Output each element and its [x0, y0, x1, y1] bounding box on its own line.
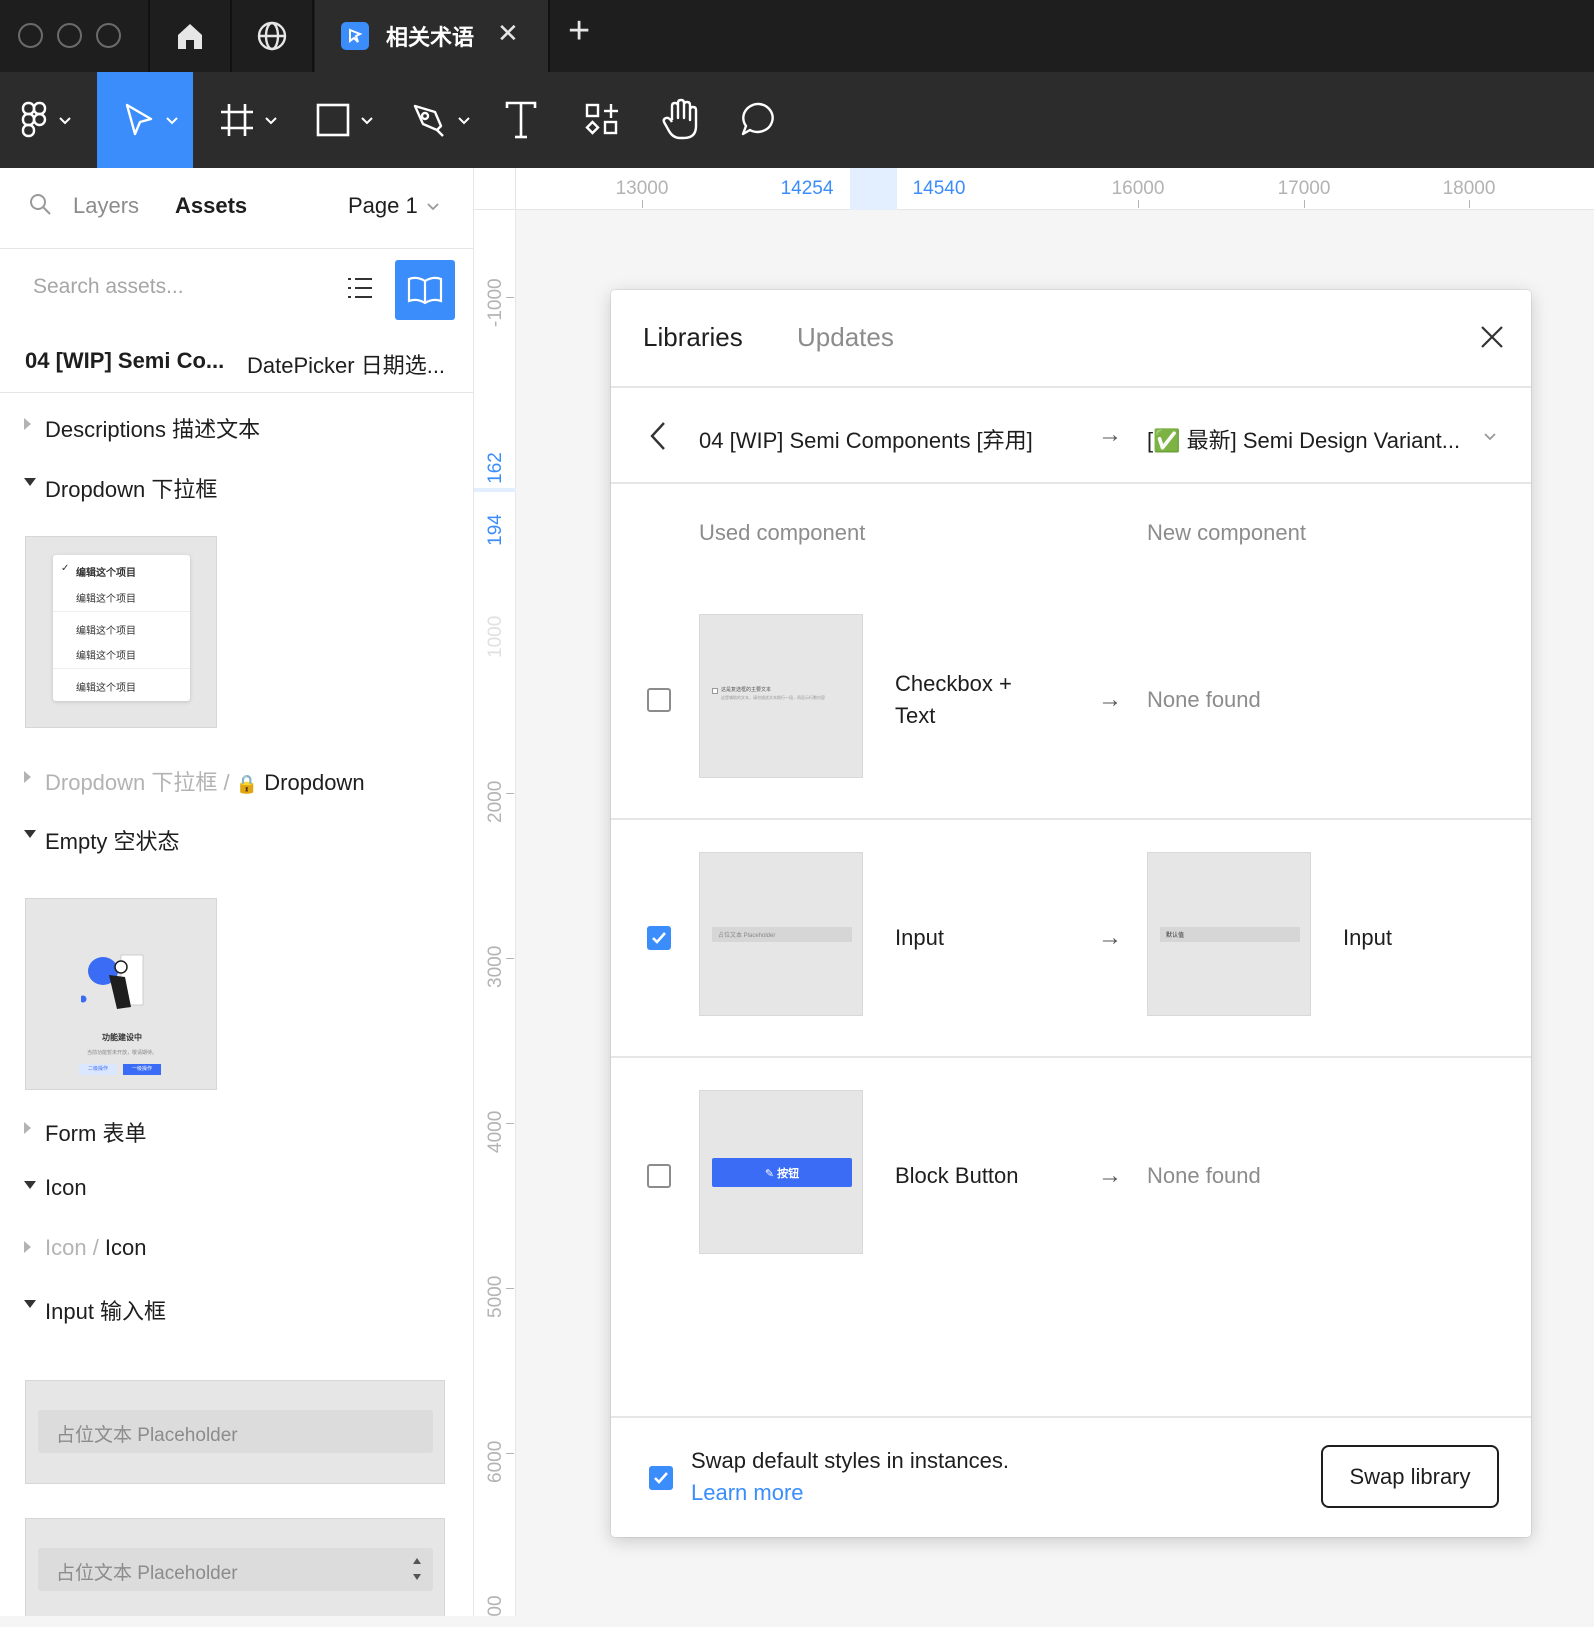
search-assets-input[interactable]: Search assets... — [33, 275, 184, 299]
section-form[interactable]: Form 表单 — [0, 1110, 473, 1150]
section-dropdown-dropdown[interactable]: Dropdown 下拉框 / 🔒 Dropdown — [0, 759, 473, 799]
checkmark-icon — [654, 1472, 668, 1484]
swap-library-button[interactable]: Swap library — [1321, 1445, 1499, 1508]
chevron-down-icon[interactable] — [426, 202, 440, 212]
caret-down-icon — [24, 1300, 36, 1308]
left-panel: Layers Assets Page 1 Search assets... 04… — [0, 168, 474, 1616]
book-icon — [407, 276, 443, 305]
back-arrow-icon[interactable] — [648, 420, 668, 452]
row-checkbox-block-button[interactable] — [647, 1164, 671, 1188]
used-component-thumb: 这是复选框的主要文本 这是辅助的文本，请勿描述文本换行一段，再显示行数内容 — [699, 614, 863, 778]
tab-title: 相关术语 — [386, 25, 475, 50]
tab-layers[interactable]: Layers — [73, 193, 139, 219]
learn-more-link[interactable]: Learn more — [691, 1480, 804, 1506]
to-library-select[interactable]: [✅ 最新] Semi Design Variant... — [1147, 423, 1460, 455]
resources-tool-button[interactable] — [580, 72, 640, 168]
section-descriptions[interactable]: Descriptions 描述文本 — [0, 406, 473, 446]
window-close-button[interactable] — [18, 23, 43, 48]
caret-right-icon — [24, 1122, 31, 1134]
column-used-component: Used component — [699, 520, 866, 545]
window-minimize-button[interactable] — [57, 23, 82, 48]
arrow-right-icon: → — [1098, 1162, 1122, 1189]
main-menu-button[interactable] — [0, 72, 90, 168]
caret-down-icon — [24, 1181, 36, 1189]
swap-styles-checkbox[interactable] — [649, 1466, 673, 1490]
tab-updates[interactable]: Updates — [797, 322, 894, 353]
page-selector[interactable]: Page 1 — [348, 193, 418, 219]
title-bar: 相关术语 ✕ + — [0, 0, 1594, 72]
section-icon-icon[interactable]: Icon / Icon — [0, 1229, 473, 1269]
caret-right-icon — [24, 1241, 31, 1253]
column-new-component: New component — [1147, 520, 1306, 545]
checkmark-icon — [652, 932, 666, 944]
from-library-name: 04 [WIP] Semi Components [弃用] — [699, 428, 1033, 453]
section-dropdown[interactable]: Dropdown 下拉框 — [0, 466, 473, 506]
arrow-right-icon: → — [1098, 421, 1122, 448]
new-component-thumb: 默认值 — [1147, 852, 1311, 1016]
empty-component-thumb[interactable]: 功能建设中 当前功能暂未开放，敬请期待。 二级操作 一级操作 — [25, 898, 217, 1090]
arrow-right-icon: → — [1098, 924, 1122, 951]
tab-assets[interactable]: Assets — [175, 193, 247, 219]
new-component-result: None found — [1147, 687, 1261, 712]
new-component-result: None found — [1147, 1163, 1261, 1188]
list-view-icon[interactable] — [346, 275, 374, 301]
section-empty[interactable]: Empty 空状态 — [0, 818, 473, 858]
used-component-name: Checkbox + Text — [895, 671, 1012, 728]
arrow-right-icon: → — [1098, 686, 1122, 713]
empty-illustration — [81, 954, 144, 1009]
section-icon[interactable]: Icon — [0, 1169, 473, 1209]
globe-icon[interactable] — [254, 18, 290, 54]
used-component-name: Input — [895, 925, 944, 950]
row-checkbox-checkbox-text[interactable] — [647, 688, 671, 712]
home-icon[interactable] — [172, 18, 208, 54]
stepper-icon — [413, 1558, 421, 1580]
library-button[interactable] — [395, 260, 455, 320]
ruler-left: -1000 162 194 1000 2000 3000 4000 5000 6… — [474, 210, 516, 1617]
tab-libraries[interactable]: Libraries — [643, 322, 743, 353]
window-maximize-button[interactable] — [96, 23, 121, 48]
pen-tool-button[interactable] — [407, 72, 487, 168]
move-tool-button[interactable] — [97, 72, 193, 168]
input-number-component-thumb[interactable]: 占位文本 Placeholder — [25, 1518, 445, 1616]
comment-tool-button[interactable] — [740, 72, 800, 168]
library-name[interactable]: 04 [WIP] Semi Co... — [25, 348, 224, 374]
input-component-thumb[interactable]: 占位文本 Placeholder — [25, 1380, 445, 1484]
caret-down-icon — [24, 830, 36, 838]
frame-tool-button[interactable] — [213, 72, 293, 168]
lock-icon: 🔒 — [235, 774, 259, 794]
new-tab-icon[interactable]: + — [568, 10, 590, 53]
search-icon[interactable] — [28, 192, 52, 216]
toolbar — [0, 72, 1594, 168]
libraries-dialog: Libraries Updates 04 [WIP] Semi Componen… — [611, 290, 1531, 1537]
caret-down-icon — [24, 478, 36, 486]
shape-tool-button[interactable] — [311, 72, 391, 168]
section-input[interactable]: Input 输入框 — [0, 1288, 473, 1328]
pencil-icon: ✎ — [764, 1168, 775, 1180]
tab-close-icon[interactable]: ✕ — [497, 18, 519, 49]
caret-right-icon — [24, 418, 31, 430]
text-tool-button[interactable] — [500, 72, 560, 168]
used-component-thumb: 占位文本 Placeholder — [699, 852, 863, 1016]
ruler-top: 13000 14254 14540 16000 17000 18000 — [474, 168, 1594, 210]
library-path[interactable]: DatePicker 日期选... — [247, 348, 445, 380]
row-checkbox-input[interactable] — [647, 926, 671, 950]
figma-file-icon — [341, 22, 369, 50]
hand-tool-button[interactable] — [660, 72, 720, 168]
used-component-name: Block Button — [895, 1163, 1019, 1188]
swap-styles-label: Swap default styles in instances. — [691, 1448, 1009, 1473]
used-component-thumb: ✎ 按钮 — [699, 1090, 863, 1254]
dropdown-component-thumb[interactable]: ✓ 编辑这个项目 编辑这个项目 编辑这个项目 编辑这个项目 编辑这个项目 — [25, 536, 217, 728]
caret-right-icon — [24, 771, 31, 783]
new-component-name: Input — [1343, 925, 1392, 950]
chevron-down-icon[interactable] — [1483, 432, 1497, 442]
close-icon[interactable] — [1479, 324, 1505, 350]
